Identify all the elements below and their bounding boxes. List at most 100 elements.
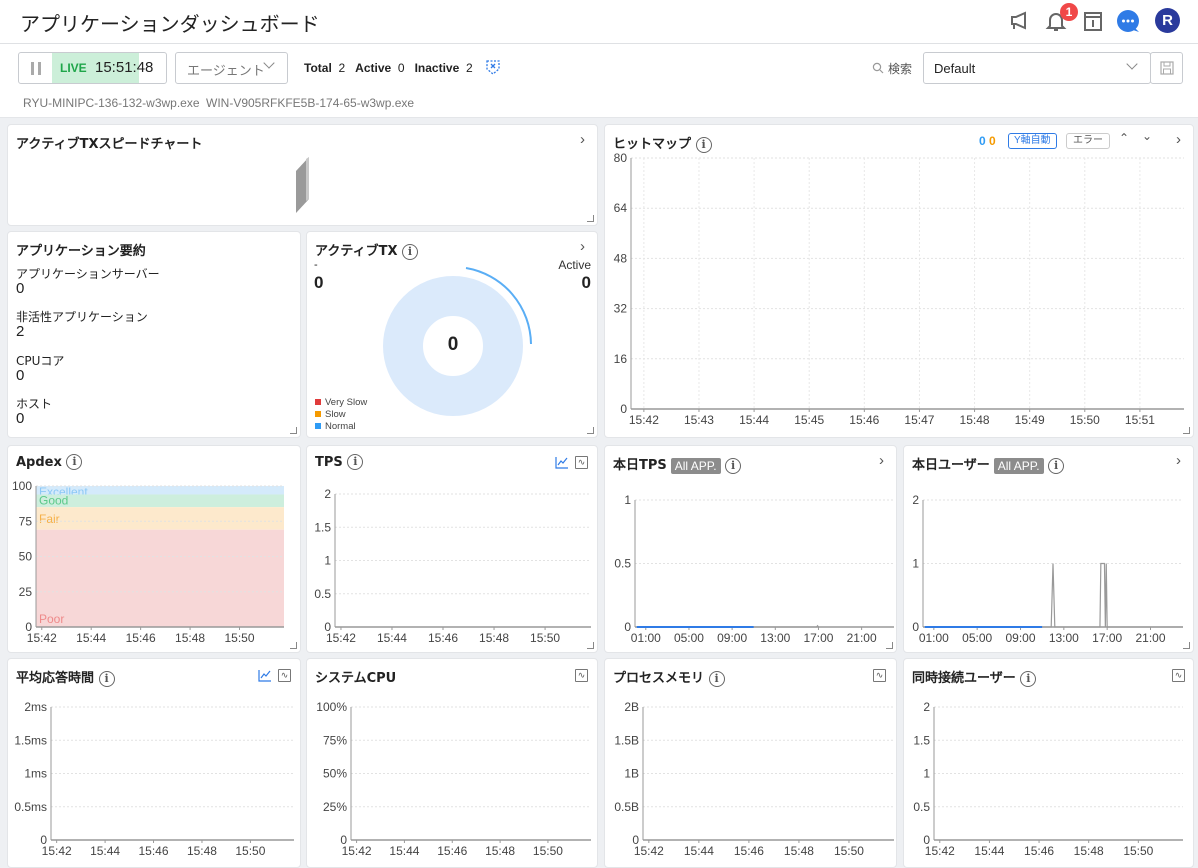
- panel-title: TPS i: [315, 454, 364, 470]
- line-chart-icon[interactable]: [555, 456, 569, 469]
- x-tick-label: 15:46: [126, 631, 156, 645]
- x-tick-label: 15:46: [1024, 844, 1054, 858]
- system-cpu-chart[interactable]: 0 25% 50% 75% 100% 15:42 15:44 15:46 15:48 15:50: [316, 700, 591, 858]
- chart-type-icon[interactable]: ∿: [1172, 669, 1185, 682]
- search-label[interactable]: 検索: [888, 60, 912, 77]
- info-icon[interactable]: i: [1020, 670, 1037, 687]
- chevron-right-icon[interactable]: ›: [580, 131, 585, 148]
- today-tps-chart[interactable]: 0 0.5 1 01:00 05:00 09:00 13:00 17:00 21:00: [614, 493, 894, 645]
- resize-handle[interactable]: [587, 427, 594, 434]
- count-error: 0: [989, 134, 996, 148]
- info-icon[interactable]: i: [347, 454, 364, 470]
- chevron-right-icon[interactable]: ›: [1176, 131, 1181, 148]
- resize-handle[interactable]: [587, 642, 594, 649]
- x-tick-label: 15:48: [187, 844, 217, 858]
- info-icon[interactable]: i: [708, 670, 725, 687]
- legend-label: Normal: [325, 421, 356, 432]
- resize-handle[interactable]: [1183, 427, 1190, 434]
- agent-counts: Total 2 Active 0 Inactive 2: [304, 61, 473, 75]
- legend-item-slow[interactable]: Slow: [315, 409, 367, 421]
- active-tx-panel: アクティブTX i › - 0 Active 0 0 Very Slow Slo…: [306, 231, 598, 438]
- x-tick-label: 17:00: [1092, 631, 1122, 645]
- chart-type-icon[interactable]: ∿: [575, 456, 588, 469]
- info-icon[interactable]: i: [725, 457, 742, 474]
- info-icon[interactable]: i: [66, 454, 83, 470]
- info-icon[interactable]: i: [402, 243, 418, 260]
- y-tick-label: 2: [324, 487, 331, 501]
- pause-icon[interactable]: [31, 62, 41, 75]
- summary-value: 0: [16, 410, 25, 427]
- chart-type-icon[interactable]: ∿: [873, 669, 886, 682]
- y-tick-label: 50%: [323, 767, 347, 781]
- tps-chart[interactable]: 0 0.5 1 1.5 2 15:42 15:44 15:46 15:48 15:50: [314, 487, 591, 645]
- apdex-band: [36, 529, 284, 627]
- legend-item-very-slow[interactable]: Very Slow: [315, 397, 367, 409]
- center-value: 0: [447, 334, 459, 355]
- concurrent-users-panel: 同時接続ユーザー i ∿ 0 0.5 1 1.5 2 15:42 15:44 15:46 15:…: [903, 658, 1194, 868]
- avatar[interactable]: R: [1155, 8, 1180, 33]
- agent-name[interactable]: WIN-V905RFKFE5B-174-65-w3wp.exe: [206, 96, 414, 110]
- chevron-down-icon[interactable]: ⌄: [1142, 129, 1152, 143]
- info-icon[interactable]: i: [695, 136, 712, 153]
- agent-name[interactable]: RYU-MINIPC-136-132-w3wp.exe: [23, 96, 200, 110]
- today-tps-panel: 本日TPS All APP. i › 0 0.5 1 01:00 05:00 09:00 13…: [604, 445, 897, 653]
- x-tick-label: 15:48: [1074, 844, 1104, 858]
- agent-dropdown[interactable]: エージェント: [175, 52, 288, 84]
- info-icon[interactable]: i: [98, 670, 115, 687]
- y-tick-label: 2: [923, 700, 930, 714]
- apdex-chart[interactable]: Excellent Good Fair Poor 0 25 50 75 100 15:42 15:4…: [12, 479, 284, 645]
- chart-type-icon[interactable]: ∿: [575, 669, 588, 682]
- all-app-badge[interactable]: All APP.: [993, 457, 1044, 474]
- y-tick-label: 80: [614, 151, 628, 165]
- x-tick-label: 21:00: [847, 631, 877, 645]
- y-tick-label: 48: [614, 251, 628, 265]
- y-tick-label: 100%: [316, 700, 347, 714]
- left-label: -: [314, 259, 318, 271]
- resize-handle[interactable]: [1183, 642, 1190, 649]
- resize-handle[interactable]: [290, 642, 297, 649]
- line-chart-icon[interactable]: [258, 669, 272, 682]
- search-icon[interactable]: [872, 61, 884, 79]
- legend-item-normal[interactable]: Normal: [315, 421, 367, 433]
- resize-handle[interactable]: [587, 215, 594, 222]
- chevron-right-icon[interactable]: ›: [580, 238, 585, 255]
- x-tick-label: 09:00: [717, 631, 747, 645]
- info-icon[interactable]: i: [1048, 457, 1065, 474]
- process-memory-panel: プロセスメモリ i ∿ 0 0.5B 1B 1.5B 2B 15:42 15:44 15:46…: [604, 658, 897, 868]
- chevron-right-icon[interactable]: ›: [879, 452, 884, 469]
- save-button[interactable]: [1150, 52, 1183, 84]
- app-summary-panel: アプリケーション要約 アプリケーションサーバー 0 非活性アプリケーション 2 …: [7, 231, 301, 438]
- panel-title-text: 本日TPS: [613, 458, 667, 473]
- chat-icon[interactable]: [1115, 8, 1141, 34]
- chevron-right-icon[interactable]: ›: [1176, 452, 1181, 469]
- concurrent-users-chart[interactable]: 0 0.5 1 1.5 2 15:42 15:44 15:46 15:48 15:50: [913, 700, 1183, 858]
- today-users-chart[interactable]: 0 1 2 01:00 05:00 09:00 13:00 17:00 21:00: [912, 493, 1183, 645]
- panel-title-text: Apdex: [16, 454, 62, 470]
- all-app-badge[interactable]: All APP.: [670, 457, 721, 474]
- info-book-icon[interactable]: [1080, 8, 1106, 34]
- megaphone-icon[interactable]: [1007, 8, 1033, 34]
- resize-handle[interactable]: [290, 427, 297, 434]
- x-tick-label: 15:48: [175, 631, 205, 645]
- x-tick-label: 15:44: [90, 844, 120, 858]
- chevron-up-icon[interactable]: ⌃: [1119, 131, 1129, 145]
- resize-handle[interactable]: [886, 642, 893, 649]
- x-tick-label: 15:48: [479, 631, 509, 645]
- process-memory-chart[interactable]: 0 0.5B 1B 1.5B 2B 15:42 15:44 15:46 15:48 15:50: [614, 700, 894, 858]
- chart-type-icon[interactable]: ∿: [278, 669, 291, 682]
- x-tick-label: 09:00: [1005, 631, 1035, 645]
- x-tick-label: 15:42: [42, 844, 72, 858]
- hitmap-chart[interactable]: 0 16 32 48 64 80 15:42 15:43 15:44 15:45 15:46 15:4…: [614, 151, 1184, 427]
- y-tick-label: 64: [614, 201, 628, 215]
- y-axis-auto-button[interactable]: Y軸自動: [1008, 133, 1057, 149]
- y-tick-label: 75%: [323, 733, 347, 747]
- total-label: Total: [304, 61, 332, 75]
- page-title: アプリケーションダッシュボード: [20, 12, 320, 36]
- panel-title-text: 平均応答時間: [16, 671, 95, 686]
- shield-filter-icon[interactable]: [486, 59, 500, 80]
- avg-response-chart[interactable]: 0 0.5ms 1ms 1.5ms 2ms 15:42 15:44 15:46 15:48 15:…: [14, 700, 294, 858]
- preset-select[interactable]: Default: [923, 52, 1151, 84]
- legend: Very Slow Slow Normal: [315, 397, 367, 433]
- x-tick-label: 15:43: [684, 413, 714, 427]
- error-filter-button[interactable]: エラー: [1066, 133, 1110, 149]
